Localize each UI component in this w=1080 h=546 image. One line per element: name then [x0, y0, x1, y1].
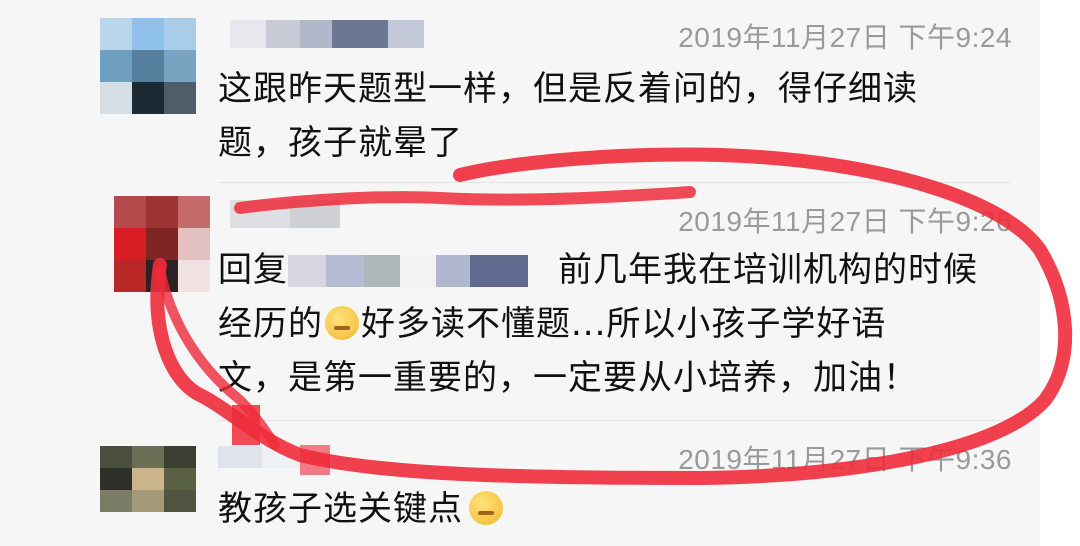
reply-prefix: 回复	[218, 250, 288, 290]
avatar[interactable]	[114, 196, 210, 292]
avatar[interactable]	[100, 18, 196, 114]
avatar[interactable]	[100, 446, 196, 512]
blur-block	[326, 255, 364, 287]
comment-text-line: 题，孩子就晕了	[218, 123, 463, 163]
comment-text: 回复 前几年我在培训机构的时候 经历的 好多读不懂题...所以小孩子学好语 文，是第…	[218, 243, 1018, 405]
thinking-emoji-icon	[469, 491, 503, 525]
comment-text-line: 这跟昨天题型一样，但是反着问的，得仔细读	[218, 69, 918, 109]
blur-block	[470, 255, 528, 287]
blur-block	[364, 255, 400, 287]
comment-list: 2019年11月27日 下午9:24 这跟昨天题型一样，但是反着问的，得仔细读 …	[0, 0, 1040, 546]
comment-timestamp: 2019年11月27日 下午9:24	[678, 22, 1012, 53]
comment-text-span: 经历的	[218, 304, 323, 344]
comment-text-span: 好多读不懂题...所以小孩子学好语	[361, 304, 887, 344]
divider	[218, 420, 1010, 421]
comment-text-span: 前几年我在培训机构的时候	[558, 250, 978, 290]
comment-text: 教孩子选关键点	[218, 482, 1018, 536]
comment-text-line: 经历的 好多读不懂题...所以小孩子学好语	[218, 297, 1018, 351]
blur-block	[400, 255, 436, 287]
username-blurred[interactable]	[230, 200, 340, 228]
comment-timestamp: 2019年11月27日 下午9:36	[678, 444, 1012, 475]
username-blurred[interactable]	[218, 446, 302, 468]
reply-target-blurred[interactable]	[288, 255, 326, 287]
comment-text-span: 教孩子选关键点	[218, 489, 463, 529]
comment-text-line: 文，是第一重要的，一定要从小培养，加油！	[218, 358, 918, 398]
username-blurred[interactable]	[230, 20, 424, 48]
divider	[218, 182, 1010, 183]
comment-timestamp: 2019年11月27日 下午9:26	[678, 206, 1012, 237]
comment-text: 这跟昨天题型一样，但是反着问的，得仔细读 题，孩子就晕了	[218, 62, 1018, 170]
blur-block	[436, 255, 470, 287]
rolling-eyes-emoji-icon	[325, 306, 359, 340]
comment-text-line: 回复 前几年我在培训机构的时候	[218, 243, 1018, 297]
